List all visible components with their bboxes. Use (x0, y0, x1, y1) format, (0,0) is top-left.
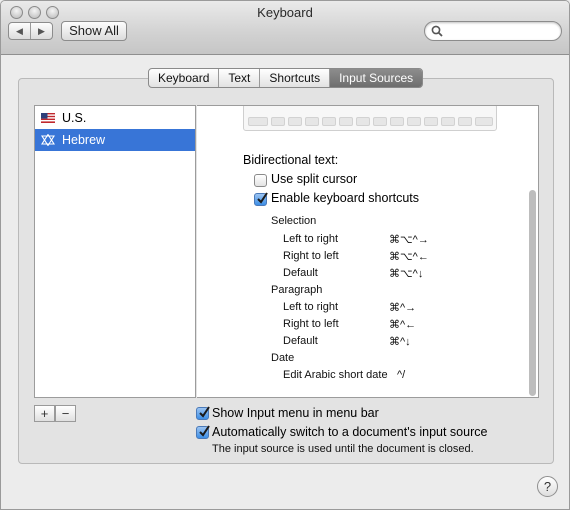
auto-switch-label[interactable]: Automatically switch to a document's inp… (212, 425, 487, 439)
tab-input-sources[interactable]: Input Sources (330, 69, 423, 87)
keyboard-preview (243, 106, 497, 131)
shortcut-label: Edit Arabic short date (283, 369, 388, 381)
shortcut-label: Default (283, 335, 318, 347)
shortcut-keys: ⌘^← (389, 319, 417, 331)
bidi-heading: Bidirectional text: (243, 153, 339, 167)
show-all-button[interactable]: Show All (61, 21, 127, 41)
shortcut-label: Left to right (283, 301, 339, 313)
window-title: Keyboard (257, 5, 313, 20)
tab-bar: Keyboard Text Shortcuts Input Sources (148, 68, 424, 88)
us-flag-icon (41, 113, 55, 123)
shortcut-keys: ⌘^→ (389, 302, 417, 314)
group-title-paragraph: Paragraph (271, 284, 323, 296)
checkmark-icon (199, 406, 210, 418)
star-of-david-icon (41, 134, 55, 146)
use-split-cursor-label[interactable]: Use split cursor (271, 172, 357, 186)
shortcut-label: Right to left (283, 318, 339, 330)
tab-text[interactable]: Text (219, 69, 261, 87)
group-title-date: Date (271, 352, 295, 364)
shortcut-label: Left to right (283, 233, 339, 245)
shortcut-keys: ^/ (397, 369, 406, 381)
checkmark-icon (257, 192, 268, 204)
shortcut-keys: ⌘⌥^→ (389, 234, 429, 246)
show-input-menu-checkbox[interactable] (196, 406, 210, 420)
shortcut-keys: ⌘⌥^← (389, 251, 429, 263)
list-item-label: U.S. (62, 111, 87, 125)
input-source-list: U.S. Hebrew (34, 105, 196, 398)
title-bar: Keyboard ◀ ▶ Show All (1, 1, 569, 55)
auto-switch-checkbox[interactable] (196, 425, 210, 439)
use-split-cursor-checkbox[interactable] (254, 174, 267, 187)
tab-shortcuts[interactable]: Shortcuts (260, 69, 331, 87)
list-item-us[interactable]: U.S. (35, 107, 195, 129)
enable-shortcuts-label[interactable]: Enable keyboard shortcuts (271, 191, 419, 205)
magnifier-icon (431, 25, 443, 37)
source-detail-pane: Bidirectional text: Use split cursor Ena… (197, 105, 539, 398)
remove-source-button[interactable]: − (55, 405, 76, 422)
help-button[interactable]: ? (537, 476, 558, 497)
search-field[interactable] (424, 21, 562, 41)
shortcut-keys: ⌘⌥^↓ (389, 268, 424, 280)
shortcut-label: Default (283, 267, 318, 279)
shortcut-label: Right to left (283, 250, 339, 262)
enable-shortcuts-checkbox[interactable] (254, 192, 268, 206)
back-forward-control: ◀ ▶ (8, 22, 53, 40)
tab-keyboard[interactable]: Keyboard (149, 69, 220, 87)
group-title-selection: Selection (271, 215, 317, 227)
back-arrow-icon[interactable]: ◀ (9, 23, 31, 39)
add-source-button[interactable]: + (34, 405, 55, 422)
preferences-window: Keyboard ◀ ▶ Show All Keyboard Text Shor… (0, 0, 570, 510)
list-item-label: Hebrew (62, 133, 106, 147)
shortcut-keys: ⌘^↓ (389, 336, 411, 348)
detail-scrollbar[interactable] (529, 190, 536, 396)
show-input-menu-label[interactable]: Show Input menu in menu bar (212, 406, 379, 420)
auto-switch-note: The input source is used until the docum… (212, 443, 474, 455)
forward-arrow-icon[interactable]: ▶ (31, 23, 52, 39)
checkmark-icon (199, 425, 210, 437)
list-item-hebrew[interactable]: Hebrew (35, 129, 195, 151)
